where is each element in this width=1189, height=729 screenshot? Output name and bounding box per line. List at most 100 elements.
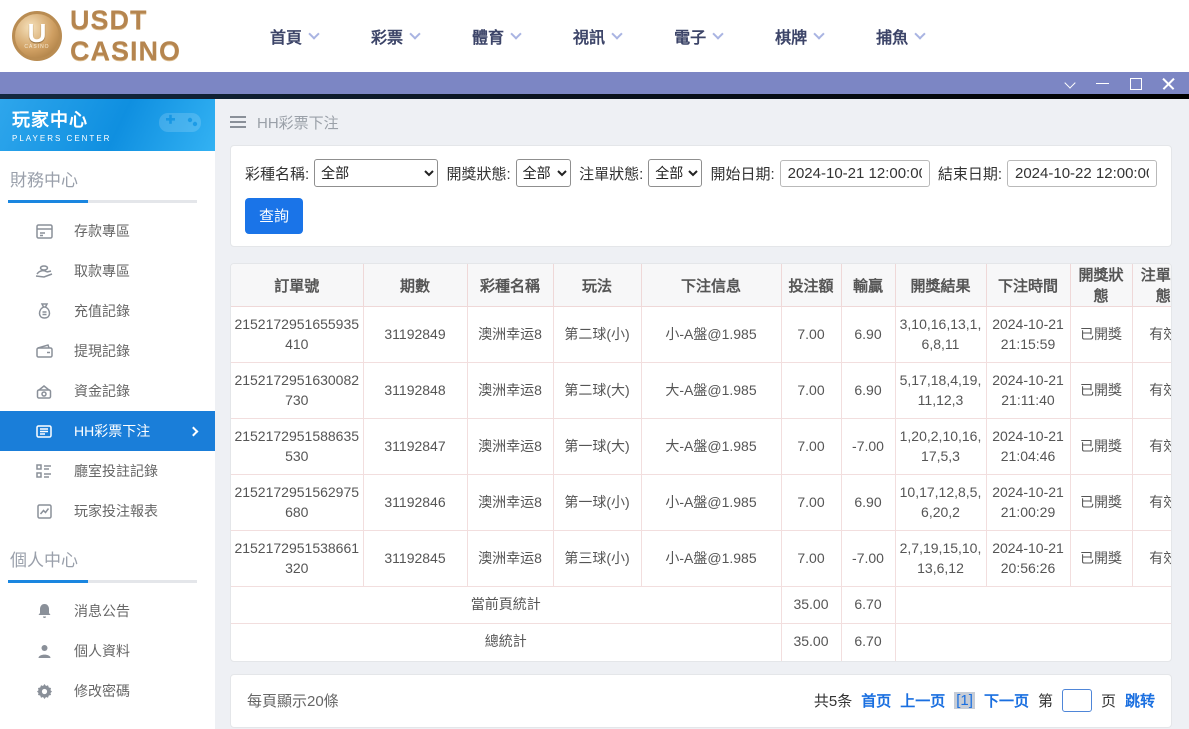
- order-status-label: 注單狀態:: [579, 163, 643, 184]
- nav-item-slots[interactable]: 電子: [674, 24, 722, 48]
- cell-draw-result: 5,17,18,4,19,11,12,3: [895, 363, 986, 419]
- jump-page-input[interactable]: [1062, 689, 1092, 712]
- sidebar-item-deposit-zone[interactable]: 存款專區: [0, 211, 215, 251]
- cell-bet-info: 小-A盤@1.985: [641, 307, 781, 363]
- sidebar-item-withdrawal-records[interactable]: 提現記錄: [0, 331, 215, 371]
- cell-play: 第一球(大): [553, 419, 641, 475]
- cell-draw-result: 1,20,2,10,16,17,5,3: [895, 419, 986, 475]
- end-date-label: 結束日期:: [938, 163, 1002, 184]
- nav-item-boardgames[interactable]: 棋牌: [775, 24, 823, 48]
- window-chevron-down-icon[interactable]: [1063, 77, 1076, 90]
- table-header-row: 訂單號 期數 彩種名稱 玩法 下注信息 投注額 輸贏 開獎結果 下注時間 開獎狀…: [231, 264, 1172, 307]
- sidebar-item-announcements[interactable]: 消息公告: [0, 591, 215, 631]
- chevron-down-icon: [510, 28, 521, 39]
- recharge-record-icon: [35, 302, 53, 320]
- page-summary-label: 當前頁統計: [231, 587, 781, 624]
- cell-order-status: 有效: [1132, 531, 1172, 587]
- cell-win-loss: 6.90: [841, 475, 895, 531]
- cell-draw-status: 已開獎: [1070, 475, 1132, 531]
- player-report-icon: [35, 502, 53, 520]
- cell-draw-result: 3,10,16,13,1,6,8,11: [895, 307, 986, 363]
- table-row: 2152172951562975680 31192846 澳洲幸运8 第一球(小…: [231, 475, 1172, 531]
- search-button[interactable]: 查詢: [245, 198, 303, 234]
- pagination-controls: 共5条 首页 上一页 [1] 下一页 第 页 跳转: [814, 689, 1155, 712]
- sidebar-item-change-password[interactable]: 修改密碼: [0, 671, 215, 711]
- coin-logo-icon: U CASINO: [12, 11, 62, 61]
- cell-bet-time: 2024-10-21 21:00:29: [986, 475, 1070, 531]
- sidebar-item-label: 玩家投注報表: [74, 501, 158, 521]
- cell-draw-result: 10,17,12,8,5,6,20,2: [895, 475, 986, 531]
- nav-item-live[interactable]: 視訊: [573, 24, 621, 48]
- sidebar-item-label: 消息公告: [74, 601, 130, 621]
- cell-lottery: 澳洲幸运8: [467, 363, 553, 419]
- lottery-name-label: 彩種名稱:: [245, 163, 309, 184]
- first-page-link[interactable]: 首页: [861, 690, 891, 711]
- nav-item-lottery[interactable]: 彩票: [371, 24, 419, 48]
- col-header: 投注額: [781, 264, 841, 307]
- cell-play: 第三球(小): [553, 531, 641, 587]
- next-page-link[interactable]: 下一页: [984, 690, 1029, 711]
- jump-button[interactable]: 跳转: [1125, 690, 1155, 711]
- cell-win-loss: -7.00: [841, 531, 895, 587]
- sidebar-item-funds-records[interactable]: 資金記錄: [0, 371, 215, 411]
- end-date-input[interactable]: [1007, 160, 1157, 187]
- prev-page-link[interactable]: 上一页: [900, 690, 945, 711]
- draw-status-select[interactable]: 全部: [516, 159, 571, 187]
- order-status-select[interactable]: 全部: [648, 159, 702, 187]
- brand-name: USDT CASINO: [70, 5, 250, 67]
- window-minimize-icon[interactable]: [1096, 77, 1109, 90]
- nav-label: 首頁: [270, 24, 302, 48]
- players-center-banner[interactable]: 玩家中心 PLAYERS CENTER: [0, 99, 215, 151]
- start-date-label: 開始日期:: [710, 163, 774, 184]
- cell-order-no: 2152172951630082730: [231, 363, 363, 419]
- main-content: HH彩票下注 彩種名稱: 全部 開獎狀態: 全部 注單狀態: 全部: [215, 99, 1189, 729]
- cell-period: 31192848: [363, 363, 467, 419]
- cell-bet-amount: 7.00: [781, 475, 841, 531]
- chevron-down-icon: [914, 28, 925, 39]
- cell-bet-amount: 7.00: [781, 363, 841, 419]
- pagination-bar: 每頁顯示20條 共5条 首页 上一页 [1] 下一页 第 页 跳转: [230, 674, 1172, 728]
- brand-logo[interactable]: U CASINO USDT CASINO: [12, 5, 250, 67]
- breadcrumb: HH彩票下注: [230, 99, 1172, 145]
- total-summary-empty: [895, 624, 1172, 661]
- window-maximize-icon[interactable]: [1129, 77, 1142, 90]
- gear-icon: [35, 682, 53, 700]
- lottery-name-select[interactable]: 全部: [314, 159, 438, 187]
- cell-order-no: 2152172951538661320: [231, 531, 363, 587]
- sidebar-item-recharge-records[interactable]: 充值記錄: [0, 291, 215, 331]
- coin-sub-label: CASINO: [24, 44, 49, 50]
- menu-icon[interactable]: [230, 116, 246, 128]
- cell-bet-time: 2024-10-21 21:04:46: [986, 419, 1070, 475]
- withdraw-icon: [35, 262, 53, 280]
- sidebar-item-profile[interactable]: 個人資料: [0, 631, 215, 671]
- total-count-text: 共5条: [814, 690, 852, 711]
- chevron-down-icon: [409, 28, 420, 39]
- col-header: 玩法: [553, 264, 641, 307]
- top-header: U CASINO USDT CASINO 首頁 彩票 體育 視訊 電子 棋牌 捕…: [0, 0, 1189, 72]
- cell-play: 第二球(小): [553, 307, 641, 363]
- sidebar-item-hh-lottery-bets[interactable]: HH彩票下注: [0, 411, 215, 451]
- sidebar-item-room-bet-records[interactable]: 廳室投註記錄: [0, 451, 215, 491]
- cell-bet-amount: 7.00: [781, 531, 841, 587]
- cell-bet-amount: 7.00: [781, 307, 841, 363]
- col-header: 注單狀態: [1132, 264, 1172, 307]
- sidebar-item-label: 提現記錄: [74, 341, 130, 361]
- sidebar-item-label: HH彩票下注: [74, 421, 150, 441]
- sidebar-item-label: 存款專區: [74, 221, 130, 241]
- table-row: 2152172951630082730 31192848 澳洲幸运8 第二球(大…: [231, 363, 1172, 419]
- filter-panel: 彩種名稱: 全部 開獎狀態: 全部 注單狀態: 全部 開始日期: 結束日期:: [230, 145, 1172, 247]
- chevron-down-icon: [308, 28, 319, 39]
- start-date-input[interactable]: [780, 160, 930, 187]
- nav-item-fishing[interactable]: 捕魚: [876, 24, 924, 48]
- current-page-indicator: [1]: [954, 692, 975, 709]
- window-close-icon[interactable]: [1162, 77, 1175, 90]
- cell-bet-info: 大-A盤@1.985: [641, 363, 781, 419]
- cell-bet-time: 2024-10-21 21:15:59: [986, 307, 1070, 363]
- section-title-personal: 個人中心: [0, 531, 215, 580]
- col-header: 下注信息: [641, 264, 781, 307]
- cell-order-no: 2152172951562975680: [231, 475, 363, 531]
- nav-item-sports[interactable]: 體育: [472, 24, 520, 48]
- nav-item-home[interactable]: 首頁: [270, 24, 318, 48]
- sidebar-item-player-bet-report[interactable]: 玩家投注報表: [0, 491, 215, 531]
- sidebar-item-withdraw-zone[interactable]: 取款專區: [0, 251, 215, 291]
